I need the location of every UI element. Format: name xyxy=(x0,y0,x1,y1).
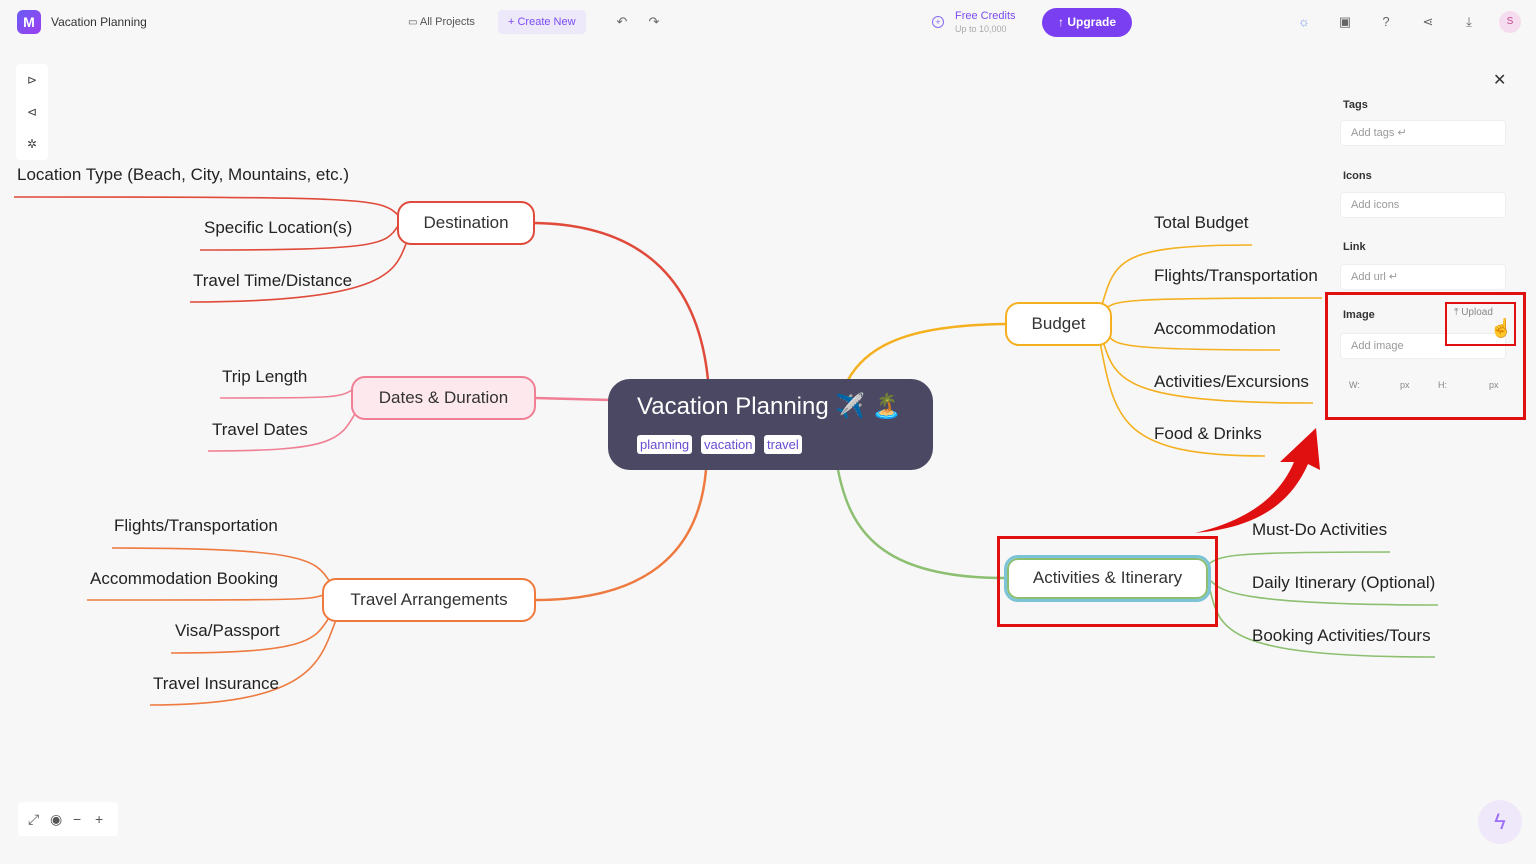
zoom-out-icon[interactable]: − xyxy=(73,811,81,827)
leaf-node[interactable]: Specific Location(s) xyxy=(204,218,352,238)
connector-activities xyxy=(836,469,1005,580)
leaf-node[interactable]: Activities/Excursions xyxy=(1154,372,1309,392)
leaf-node[interactable]: Travel Dates xyxy=(212,420,308,440)
leaf-node[interactable]: Total Budget xyxy=(1154,213,1249,233)
leaf-node[interactable]: Flights/Transportation xyxy=(114,516,278,536)
ai-assistant-button[interactable]: ϟ xyxy=(1478,800,1522,844)
hand-cursor-icon: ☝ xyxy=(1490,318,1513,338)
fit-screen-icon[interactable]: ⤢ xyxy=(28,811,39,828)
icons-input[interactable]: Add icons xyxy=(1340,192,1506,218)
leaf-node[interactable]: Must-Do Activities xyxy=(1252,520,1387,540)
leaf-node[interactable]: Travel Insurance xyxy=(153,674,279,694)
leaf-node[interactable]: Visa/Passport xyxy=(175,621,280,641)
branch-node-dates[interactable]: Dates & Duration xyxy=(351,376,536,420)
connector-destination xyxy=(534,221,710,381)
leaf-node[interactable]: Accommodation Booking xyxy=(90,569,278,589)
connector-dates xyxy=(534,396,611,402)
connector-travel xyxy=(534,469,708,602)
branch-node-travel-arrangements[interactable]: Travel Arrangements xyxy=(322,578,536,622)
branch-node-budget[interactable]: Budget xyxy=(1005,302,1112,346)
zoom-toolbar: ⤢ ◉ − + xyxy=(18,802,118,836)
tag-chip[interactable]: travel xyxy=(764,435,802,454)
leaf-node[interactable]: Daily Itinerary (Optional) xyxy=(1252,573,1435,593)
connector-budget xyxy=(846,322,1007,381)
leaf-node[interactable]: Trip Length xyxy=(222,367,307,387)
leaf-node[interactable]: Travel Time/Distance xyxy=(193,271,352,291)
close-icon[interactable]: ✕ xyxy=(1493,70,1506,90)
tags-input[interactable]: Add tags ↵ xyxy=(1340,120,1506,146)
root-node[interactable]: Vacation Planning ✈️ 🏝️ planning vacatio… xyxy=(608,379,933,470)
tags-label: Tags xyxy=(1343,99,1368,111)
leaf-node[interactable]: Food & Drinks xyxy=(1154,424,1262,444)
leaf-node[interactable]: Location Type (Beach, City, Mountains, e… xyxy=(17,165,349,185)
root-title: Vacation Planning ✈️ 🏝️ xyxy=(637,393,902,420)
link-input[interactable]: Add url ↵ xyxy=(1340,264,1506,290)
center-icon[interactable]: ◉ xyxy=(50,811,62,828)
branch-node-destination[interactable]: Destination xyxy=(397,201,535,245)
zoom-in-icon[interactable]: + xyxy=(95,811,103,827)
link-label: Link xyxy=(1343,241,1366,253)
lightning-icon: ϟ xyxy=(1494,809,1506,834)
tag-chip[interactable]: vacation xyxy=(701,435,756,454)
tag-chip[interactable]: planning xyxy=(637,435,693,454)
leaf-node[interactable]: Accommodation xyxy=(1154,319,1276,339)
leaf-node[interactable]: Booking Activities/Tours xyxy=(1252,626,1431,646)
icons-label: Icons xyxy=(1343,170,1372,182)
annotation-highlight-node xyxy=(997,536,1218,627)
leaf-node[interactable]: Flights/Transportation xyxy=(1154,266,1318,286)
